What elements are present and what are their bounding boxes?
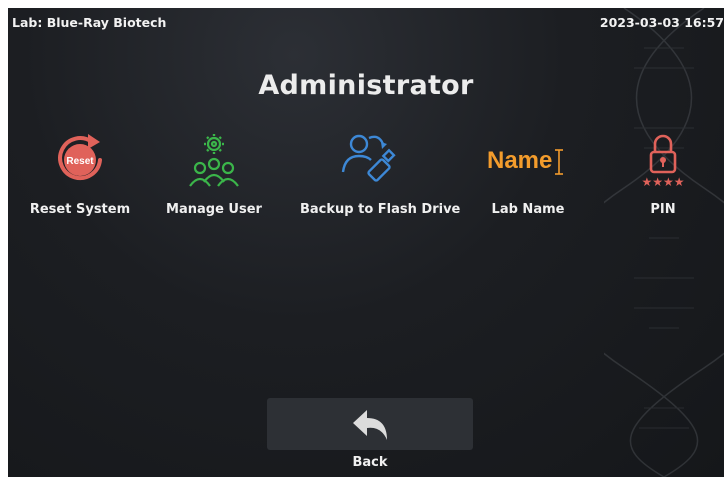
- lab-name-status: Lab: Blue-Ray Biotech: [12, 15, 167, 30]
- user-usb-backup-icon: [341, 134, 396, 182]
- users-gear-icon: [189, 134, 239, 187]
- reset-system-button[interactable]: Reset Reset System: [10, 130, 150, 230]
- pin-label: PIN: [650, 202, 676, 217]
- reset-system-label: Reset System: [29, 202, 131, 217]
- back-button[interactable]: [267, 398, 473, 450]
- lab-name-label: Lab Name: [491, 202, 565, 217]
- name-icon-text: Name: [487, 147, 552, 174]
- pin-button[interactable]: ★★★★ PIN: [593, 130, 724, 230]
- back-label: Back: [352, 455, 388, 470]
- admin-screen: Lab: Blue-Ray Biotech 2023-03-03 16:57 A…: [8, 8, 724, 477]
- reset-icon: Reset: [58, 134, 102, 181]
- page-title: Administrator: [258, 70, 474, 101]
- manage-user-button[interactable]: Manage User: [144, 130, 284, 230]
- datetime-status: 2023-03-03 16:57: [599, 15, 724, 30]
- manage-user-label: Manage User: [166, 202, 262, 217]
- backup-flash-drive-label: Backup to Flash Drive: [300, 202, 461, 217]
- reset-icon-text: Reset: [66, 156, 94, 167]
- name-text-icon: Name: [487, 147, 563, 175]
- lab-name-button[interactable]: Name Lab Name: [458, 130, 598, 230]
- pin-lock-icon: ★★★★: [641, 134, 685, 189]
- backup-flash-drive-button[interactable]: Backup to Flash Drive: [300, 130, 461, 230]
- back-arrow-icon: [353, 410, 387, 440]
- pin-stars: ★★★★: [641, 175, 684, 189]
